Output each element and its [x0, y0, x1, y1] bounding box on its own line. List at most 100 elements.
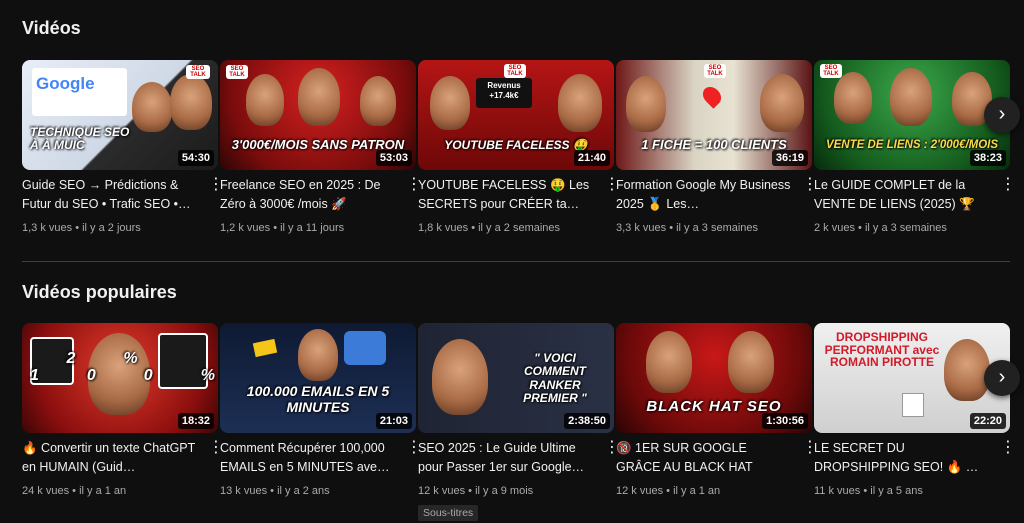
video-duration: 2:38:50	[564, 413, 610, 429]
video-thumbnail[interactable]: " VOICI COMMENT RANKER PREMIER " 2:38:50	[418, 323, 614, 433]
view-count: 13 k vues	[220, 485, 268, 497]
video-card[interactable]: 100.000 EMAILS EN 5 MINUTES 21:03 Commen…	[220, 323, 422, 497]
person-image	[360, 76, 396, 126]
video-thumbnail[interactable]: Revenus +17.4k€ SEO TALK YOUTUBE FACELES…	[418, 60, 614, 170]
more-options-icon[interactable]: ⋮	[1000, 439, 1016, 459]
video-card[interactable]: SEO TALK VENTE DE LIENS : 2'000€/MOIS 38…	[814, 60, 1016, 234]
seo-talk-badge: SEO TALK	[186, 65, 210, 79]
section-divider	[22, 261, 1010, 262]
upload-age: il y a 1 an	[79, 485, 127, 497]
view-count: 1,8 k vues	[418, 222, 469, 234]
thumbnail-caption: TECHNIQUE SEO À À MUIC	[30, 124, 130, 152]
view-count: 3,3 k vues	[616, 222, 667, 234]
video-duration: 53:03	[375, 150, 412, 166]
person-image	[728, 331, 774, 393]
seo-talk-badge: SEO TALK	[704, 64, 726, 78]
video-title[interactable]: LE SECRET DU DROPSHIPPING SEO! 🔥 …	[814, 439, 990, 477]
upload-age: il y a 11 jours	[280, 222, 345, 234]
person-image	[132, 82, 172, 132]
video-thumbnail[interactable]: 100.000 EMAILS EN 5 MINUTES 21:03	[220, 323, 416, 433]
video-card[interactable]: SEO TALK 3'000€/MOIS SANS PATRON 53:03 F…	[220, 60, 422, 234]
video-meta: 1,3 k vues • il y a 2 jours	[22, 222, 141, 234]
thumbnail-caption: " VOICI COMMENT RANKER PREMIER "	[523, 351, 587, 405]
video-meta: 11 k vues • il y a 5 ans	[814, 485, 923, 497]
person-image	[760, 74, 804, 132]
video-thumbnail[interactable]: SEO TALK 3'000€/MOIS SANS PATRON 53:03	[220, 60, 416, 170]
upload-age: il y a 3 semaines	[864, 222, 947, 234]
video-thumbnail[interactable]: Google SEO TALK TECHNIQUE SEO À À MUIC 5…	[22, 60, 218, 170]
video-thumbnail[interactable]: 2% 100% 18:32	[22, 323, 218, 433]
video-title[interactable]: Guide SEO → Prédictions & Futur du SEO •…	[22, 176, 198, 214]
upload-age: il y a 1 an	[673, 485, 721, 497]
video-duration: 54:30	[177, 150, 214, 166]
section-title-videos[interactable]: Vidéos	[22, 18, 81, 39]
view-count: 12 k vues	[616, 485, 664, 497]
upload-age: il y a 3 semaines	[676, 222, 759, 234]
video-title[interactable]: 🔥 Convertir un texte ChatGPT en HUMAIN (…	[22, 439, 198, 477]
video-meta: 2 k vues • il y a 3 semaines	[814, 222, 947, 234]
video-card[interactable]: BLACK HAT SEO 1:30:56 🔞 1ER SUR GOOGLE G…	[616, 323, 818, 497]
section-title-popular[interactable]: Vidéos populaires	[22, 282, 177, 303]
video-duration: 21:40	[573, 150, 610, 166]
video-duration: 36:19	[771, 150, 808, 166]
person-image	[170, 74, 212, 130]
video-card[interactable]: DROPSHIPPING PERFORMANT avec ROMAIN PIRO…	[814, 323, 1016, 497]
person-image	[430, 76, 470, 130]
seo-talk-badge: SEO TALK	[820, 64, 842, 78]
view-count: 11 k vues	[814, 485, 861, 497]
upload-age: il y a 2 jours	[82, 222, 141, 234]
view-count: 1,3 k vues	[22, 222, 73, 234]
seo-talk-badge: SEO TALK	[504, 64, 526, 78]
more-options-icon[interactable]: ⋮	[1000, 176, 1016, 196]
video-title[interactable]: 🔞 1ER SUR GOOGLE GRÂCE AU BLACK HAT SEO…	[616, 439, 792, 477]
video-title[interactable]: Formation Google My Business 2025 🥇 Les…	[616, 176, 792, 214]
popular-videos-shelf: 2% 100% 18:32 🔥 Convertir un texte ChatG…	[22, 323, 1016, 523]
video-title[interactable]: Le GUIDE COMPLET de la VENTE DE LIENS (2…	[814, 176, 990, 214]
person-image	[298, 68, 340, 126]
video-duration: 18:32	[177, 413, 214, 429]
person-image	[558, 74, 602, 132]
thumbnail-caption: 100.000 EMAILS EN 5 MINUTES	[246, 383, 390, 415]
video-thumbnail[interactable]: BLACK HAT SEO 1:30:56	[616, 323, 812, 433]
video-title[interactable]: Comment Récupérer 100,000 EMAILS en 5 MI…	[220, 439, 396, 477]
video-thumbnail[interactable]: DROPSHIPPING PERFORMANT avec ROMAIN PIRO…	[814, 323, 1010, 433]
person-image	[432, 339, 488, 415]
person-image	[834, 72, 872, 124]
view-count: 24 k vues	[22, 485, 70, 497]
video-meta: 12 k vues • il y a 1 an	[616, 485, 721, 497]
video-title[interactable]: SEO 2025 : Le Guide Ultime pour Passer 1…	[418, 439, 594, 477]
thumbnail-caption: 2% 100%	[30, 349, 215, 385]
envelope-icon	[252, 338, 278, 358]
video-card[interactable]: " VOICI COMMENT RANKER PREMIER " 2:38:50…	[418, 323, 620, 521]
person-image	[646, 331, 692, 393]
seo-talk-badge: SEO TALK	[226, 65, 248, 79]
video-card[interactable]: Google SEO TALK TECHNIQUE SEO À À MUIC 5…	[22, 60, 224, 234]
google-logo: Google	[36, 74, 95, 93]
upload-age: il y a 2 ans	[277, 485, 330, 497]
video-title[interactable]: Freelance SEO en 2025 : De Zéro à 3000€ …	[220, 176, 396, 214]
video-title[interactable]: YOUTUBE FACELESS 🤑 Les SECRETS pour CRÉE…	[418, 176, 594, 214]
video-meta: 13 k vues • il y a 2 ans	[220, 485, 330, 497]
videos-shelf: Google SEO TALK TECHNIQUE SEO À À MUIC 5…	[22, 60, 1016, 260]
video-card[interactable]: Revenus +17.4k€ SEO TALK YOUTUBE FACELES…	[418, 60, 620, 234]
person-image	[298, 329, 338, 381]
calendar-icon	[902, 393, 924, 417]
shelf-next-button[interactable]: ›	[984, 360, 1020, 396]
video-thumbnail[interactable]: SEO TALK VENTE DE LIENS : 2'000€/MOIS 38…	[814, 60, 1010, 170]
video-meta: 1,8 k vues • il y a 2 semaines	[418, 222, 561, 234]
video-meta: 1,2 k vues • il y a 11 jours	[220, 222, 345, 234]
person-image	[944, 339, 990, 401]
video-duration: 38:23	[969, 150, 1006, 166]
shelf-next-button[interactable]: ›	[984, 97, 1020, 133]
video-duration: 1:30:56	[762, 413, 808, 429]
revenue-card: Revenus +17.4k€	[476, 78, 532, 108]
subtitles-badge: Sous-titres	[418, 505, 479, 521]
video-card[interactable]: 2% 100% 18:32 🔥 Convertir un texte ChatG…	[22, 323, 224, 497]
view-count: 2 k vues	[814, 222, 855, 234]
video-duration: 22:20	[969, 413, 1006, 429]
video-duration: 21:03	[375, 413, 412, 429]
video-thumbnail[interactable]: SEO TALK 1 FICHE = 100 CLIENTS 36:19	[616, 60, 812, 170]
video-meta: 24 k vues • il y a 1 an	[22, 485, 127, 497]
thumbnail-caption: DROPSHIPPING PERFORMANT avec ROMAIN PIRO…	[824, 330, 940, 370]
video-card[interactable]: SEO TALK 1 FICHE = 100 CLIENTS 36:19 For…	[616, 60, 818, 234]
